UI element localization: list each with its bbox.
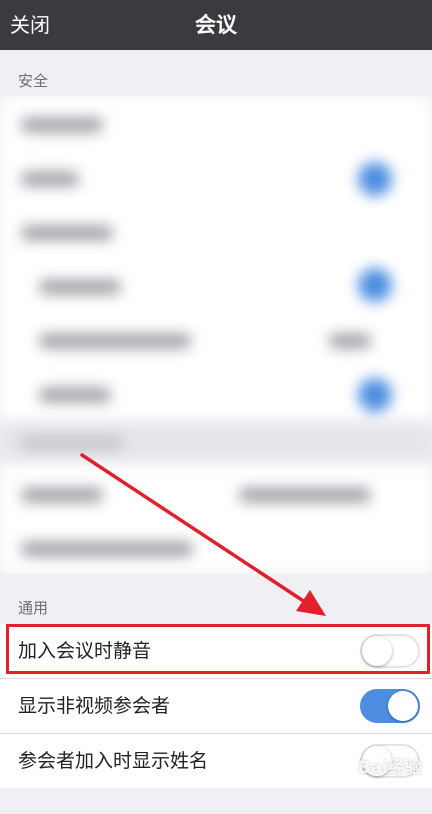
toggle-knob bbox=[388, 691, 418, 721]
section-header-general: 通用 bbox=[18, 599, 49, 617]
setting-row-show-non-video[interactable]: 显示非视频参会者 bbox=[0, 679, 432, 734]
section-header-security: 安全 bbox=[18, 72, 49, 90]
nav-bar: 关闭 会议 bbox=[0, 0, 432, 50]
show-non-video-toggle[interactable] bbox=[360, 689, 420, 723]
setting-label: 参会者加入时显示姓名 bbox=[18, 750, 209, 772]
toggle-knob bbox=[362, 636, 392, 666]
setting-label: 显示非视频参会者 bbox=[18, 695, 171, 717]
blurred-security-settings bbox=[0, 96, 432, 574]
mute-on-join-toggle[interactable] bbox=[360, 634, 420, 668]
setting-row-mute-on-join[interactable]: 加入会议时静音 bbox=[0, 624, 432, 679]
setting-label: 加入会议时静音 bbox=[18, 640, 152, 662]
watermark-logo: Bai经验 bbox=[357, 758, 422, 778]
page-title: 会议 bbox=[195, 13, 237, 37]
